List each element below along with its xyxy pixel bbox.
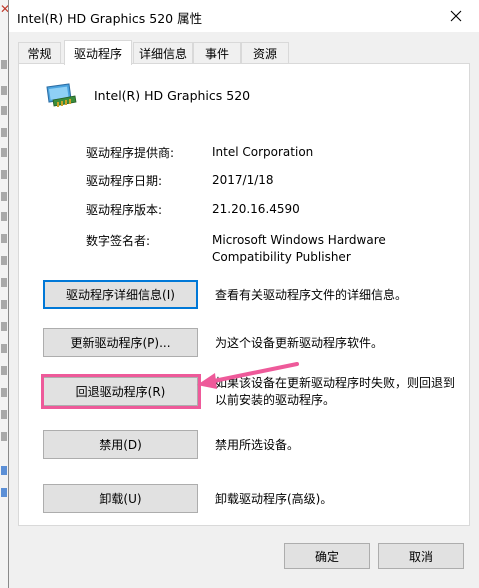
background-text-fragment <box>1 234 7 243</box>
provider-label: 驱动程序提供商: <box>86 146 175 160</box>
background-text-fragment <box>1 106 7 115</box>
background-text-fragment <box>1 344 7 353</box>
disable-device-button[interactable]: 禁用(D) <box>43 430 198 459</box>
signer-value-line1: Microsoft Windows Hardware <box>212 233 386 247</box>
tab-resources[interactable]: 资源 <box>241 42 289 64</box>
uninstall-driver-desc: 卸载驱动程序(高级)。 <box>215 492 333 506</box>
rollback-driver-desc-line2: 以前安装的驱动程序。 <box>215 393 336 407</box>
display-adapter-icon <box>46 83 77 107</box>
properties-dialog: Intel(R) HD Graphics 520 属性 常规 驱动程序 详细信息… <box>8 0 479 588</box>
disable-device-desc: 禁用所选设备。 <box>215 438 300 452</box>
driver-details-desc: 查看有关驱动程序文件的详细信息。 <box>215 288 408 302</box>
update-driver-button[interactable]: 更新驱动程序(P)... <box>43 328 198 357</box>
version-label: 驱动程序版本: <box>86 203 163 217</box>
close-button[interactable] <box>433 0 479 32</box>
date-value: 2017/1/18 <box>212 173 274 187</box>
background-text-fragment <box>1 192 7 201</box>
provider-value: Intel Corporation <box>212 145 314 159</box>
background-marker <box>1 488 7 497</box>
background-text-fragment <box>1 432 7 441</box>
tab-general[interactable]: 常规 <box>18 42 61 64</box>
background-text-fragment <box>1 60 7 69</box>
cancel-button[interactable]: 取消 <box>378 543 464 569</box>
tab-details[interactable]: 详细信息 <box>133 42 193 64</box>
background-text-fragment <box>1 322 7 331</box>
background-text-fragment <box>1 300 7 309</box>
background-text-fragment <box>1 366 7 375</box>
signer-label: 数字签名者: <box>86 234 151 248</box>
background-text-fragment <box>1 212 7 221</box>
date-label: 驱动程序日期: <box>86 174 163 188</box>
driver-details-button[interactable]: 驱动程序详细信息(I) <box>43 280 198 309</box>
version-value: 21.20.16.4590 <box>212 202 300 216</box>
device-name: Intel(R) HD Graphics 520 <box>94 88 251 103</box>
background-marker <box>1 466 7 475</box>
background-text-fragment <box>1 410 7 419</box>
background-text-fragment <box>1 86 7 95</box>
uninstall-driver-button[interactable]: 卸载(U) <box>43 484 198 513</box>
rollback-driver-desc-line1: 如果该设备在更新驱动程序时失败，则回退到 <box>215 376 456 390</box>
tab-driver[interactable]: 驱动程序 <box>64 40 132 65</box>
driver-tab-panel: Intel(R) HD Graphics 520 驱动程序提供商: Intel … <box>18 63 470 526</box>
background-text-fragment <box>1 256 7 265</box>
background-text-fragment <box>1 388 7 397</box>
background-close-icon: ✕ <box>0 2 8 16</box>
background-text-fragment <box>1 278 7 287</box>
signer-value-line2: Compatibility Publisher <box>212 250 351 264</box>
title-bar[interactable]: Intel(R) HD Graphics 520 属性 <box>9 0 479 32</box>
close-icon <box>450 10 462 22</box>
rollback-driver-button[interactable]: 回退驱动程序(R) <box>43 377 198 406</box>
background-text-fragment <box>1 148 7 157</box>
update-driver-desc: 为这个设备更新驱动程序软件。 <box>215 336 384 350</box>
tab-events[interactable]: 事件 <box>193 42 241 64</box>
background-text-fragment <box>1 128 7 137</box>
ok-button[interactable]: 确定 <box>284 543 370 569</box>
window-title: Intel(R) HD Graphics 520 属性 <box>17 11 203 26</box>
background-text-fragment <box>1 170 7 179</box>
background-window-edge: ✕ <box>0 0 8 588</box>
